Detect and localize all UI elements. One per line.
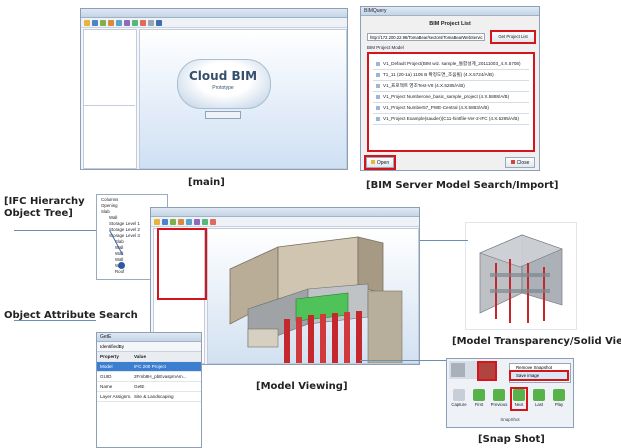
caption-bim-server: [BIM Server Model Search/Import]: [366, 180, 559, 191]
attr-property: Layer Assignm...: [100, 394, 131, 399]
attr-filter[interactable]: IdentifiedBy: [97, 342, 201, 352]
caption-ifc-tree-text: [IFC Hierarchy Object Tree]: [4, 196, 85, 219]
tree-selected-marker: [118, 262, 125, 269]
attr-property: Model: [100, 364, 113, 369]
caption-model-viewing: [Model Viewing]: [256, 381, 348, 392]
copy-icon[interactable]: [108, 19, 114, 26]
save-icon[interactable]: [92, 19, 98, 26]
bim-dialog-header: BIM Project List: [429, 21, 471, 27]
help-icon[interactable]: [156, 19, 162, 26]
snapshot-group-label: SnapShot: [500, 417, 520, 422]
main-toolbar: [81, 18, 347, 28]
caption-main: [main]: [188, 177, 225, 188]
bim-dialog-titlebar: BIMQuery: [361, 7, 539, 16]
open-icon[interactable]: [84, 19, 90, 26]
snapshot-capture-button[interactable]: Capture: [451, 389, 467, 407]
snapshot-button-label: Previous: [490, 402, 508, 407]
snapshot-play-button[interactable]: Play: [551, 389, 567, 407]
main-titlebar: [81, 9, 347, 18]
snapshot-button-label: Play: [554, 402, 564, 407]
logo-button[interactable]: [205, 111, 241, 119]
attr-row[interactable]: Layer Assignm... Site & Landscaping: [97, 392, 201, 402]
snapshot-button-label: Capture: [451, 402, 467, 407]
caption-model-transparency: [Model Transparency/Solid View ]: [452, 336, 621, 347]
snapshot-first-button[interactable]: First: [471, 389, 487, 407]
open-icon[interactable]: [154, 218, 160, 225]
attr-value: Site & Landscaping: [134, 394, 174, 399]
building-model: [229, 236, 403, 363]
attr-value: GetE: [134, 384, 145, 389]
play-icon: [553, 389, 565, 401]
caption-snapshot: [Snap Shot]: [478, 434, 545, 445]
attr-header: Property Value: [97, 352, 201, 362]
snapshot-button-label: Last: [534, 402, 544, 407]
snapshot-panel: Remove Snapshot Save image Capture First P…: [446, 358, 574, 428]
close-button-label: Close: [516, 160, 530, 166]
attr-property: GUID: [100, 374, 112, 379]
connector-transparency: [420, 240, 468, 241]
previous-icon: [493, 389, 505, 401]
highlight-save-image: [509, 370, 569, 381]
attr-value: 2Fmb8H_pbEvaspmAm...: [134, 374, 187, 379]
snapshot-thumb-1[interactable]: [451, 363, 465, 377]
rotate-icon[interactable]: [140, 19, 146, 26]
attr-value: IFC 200 Project: [134, 364, 166, 369]
viewer-titlebar: [151, 208, 419, 217]
paste-icon[interactable]: [116, 19, 122, 26]
viewer-3d-canvas[interactable]: [207, 228, 419, 364]
close-icon: [510, 160, 515, 164]
viewer-toolbar: [151, 217, 419, 227]
transparent-building: [479, 234, 563, 323]
server-url-input[interactable]: http://172.200.22.96/TomaBear/sectors/To…: [367, 33, 485, 41]
connector-attr: [14, 320, 96, 321]
highlight-next: [510, 387, 528, 411]
main-left-panel: [83, 29, 137, 169]
snapshot-button-label: First: [474, 402, 484, 407]
caption-ifc-tree: [IFC Hierarchy Object Tree]: [4, 196, 85, 220]
first-icon: [473, 389, 485, 401]
attr-row[interactable]: GUID 2Fmb8H_pbEvaspmAm...: [97, 372, 201, 382]
highlight-snapshot-thumb: [477, 361, 497, 381]
walk-icon[interactable]: [170, 218, 176, 225]
attr-property: Name: [100, 384, 113, 389]
attr-col-value: Value: [134, 354, 147, 359]
highlight-open: [364, 155, 396, 170]
save-icon[interactable]: [162, 218, 168, 225]
attr-row[interactable]: Model IFC 200 Project: [97, 362, 201, 372]
attr-col-property: Property: [100, 354, 119, 359]
connector-snapshot: [360, 360, 446, 361]
camera-icon: [453, 389, 465, 401]
snapshot-buttons: Capture First Previous Next Last Play: [451, 389, 567, 407]
connector-ifc-tree: [14, 230, 96, 231]
snapshot-last-button[interactable]: Last: [531, 389, 547, 407]
attr-panel: GetE IdentifiedBy Property Value Model IF…: [96, 332, 202, 448]
settings-icon[interactable]: [148, 19, 154, 26]
logo-subtitle: Prototype: [212, 85, 234, 91]
zoom-icon[interactable]: [132, 19, 138, 26]
pan-icon[interactable]: [178, 218, 184, 225]
logo-title: Cloud BIM: [188, 69, 258, 83]
view-icon[interactable]: [124, 19, 130, 26]
bim-dialog: BIMQuery BIM Project List http://172.200…: [360, 6, 540, 171]
highlight-project-list: [367, 52, 535, 152]
zoom-icon[interactable]: [202, 218, 208, 225]
main-window: Cloud BIM Prototype: [80, 8, 348, 170]
section-icon[interactable]: [194, 218, 200, 225]
attr-panel-title: GetE: [97, 333, 201, 342]
highlight-get-project-list: [490, 30, 536, 44]
main-left-panel-lower: [83, 105, 135, 106]
last-icon: [533, 389, 545, 401]
cut-icon[interactable]: [100, 19, 106, 26]
fit-icon[interactable]: [210, 218, 216, 225]
transparency-view: [465, 222, 577, 330]
highlight-tree-in-viewer: [157, 228, 207, 300]
attr-rows: Model IFC 200 Project GUID 2Fmb8H_pbEvaspmA…: [97, 362, 201, 402]
bim-project-section-label: BIM Project Model: [367, 45, 404, 50]
attr-row[interactable]: Name GetE: [97, 382, 201, 392]
cloud-logo: [177, 59, 271, 109]
orbit-icon[interactable]: [186, 218, 192, 225]
tree-node[interactable]: Roof: [101, 269, 140, 275]
close-button[interactable]: Close: [505, 157, 535, 168]
snapshot-previous-button[interactable]: Previous: [491, 389, 507, 407]
